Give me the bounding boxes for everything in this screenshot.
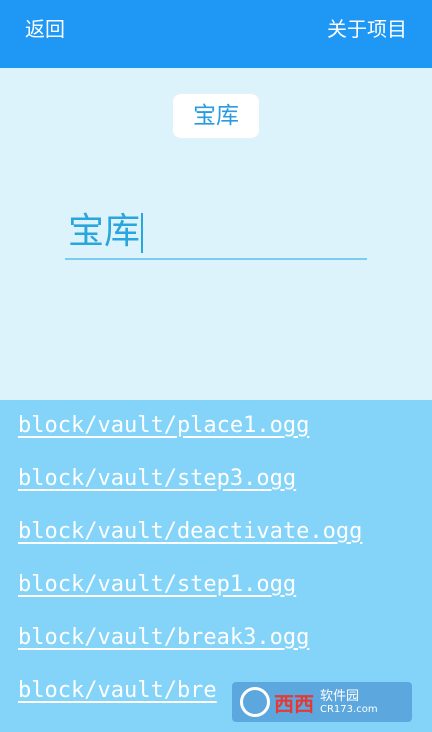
watermark-main-text: 西西: [274, 691, 314, 716]
category-chip[interactable]: 宝库: [173, 94, 259, 138]
list-item[interactable]: block/vault/break3.ogg: [18, 624, 309, 652]
list-item[interactable]: block/vault/deactivate.ogg: [18, 518, 362, 546]
search-panel: 宝库 宝库: [0, 68, 432, 400]
search-input-value[interactable]: 宝库: [68, 210, 144, 254]
watermark-overlay: 西西 软件园 CR173.com: [232, 682, 412, 722]
top-bar: 返回 关于项目: [0, 0, 432, 68]
watermark-subtitle: CR173.com: [320, 703, 378, 715]
watermark-side-text: 软件园 CR173.com: [320, 689, 378, 716]
about-project-button[interactable]: 关于项目: [327, 16, 407, 42]
list-item[interactable]: block/vault/bre: [18, 677, 217, 705]
watermark-logo-icon: [240, 687, 270, 717]
watermark-title: 软件园: [320, 688, 360, 704]
list-item[interactable]: block/vault/step1.ogg: [18, 571, 296, 599]
text-caret: [141, 213, 144, 253]
list-item[interactable]: block/vault/step3.ogg: [18, 465, 296, 493]
search-input-text: 宝库: [68, 211, 141, 252]
search-input[interactable]: 宝库: [65, 206, 367, 260]
list-item[interactable]: block/vault/place1.ogg: [18, 412, 309, 440]
back-button[interactable]: 返回: [25, 16, 65, 42]
